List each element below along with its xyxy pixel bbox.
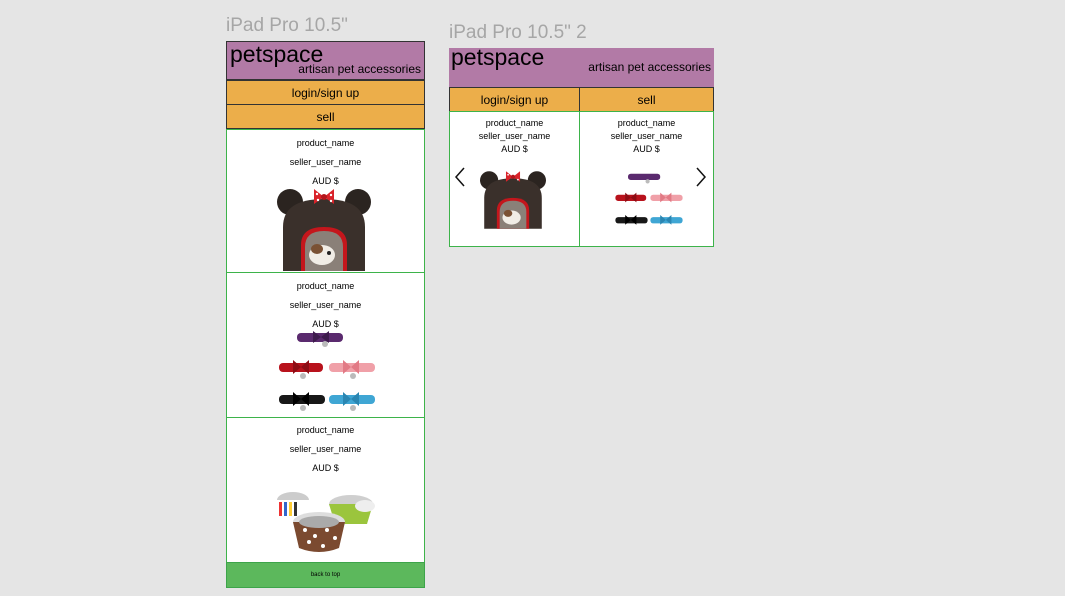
frame-portrait: petspace artisan pet accessories login/s… xyxy=(226,41,425,588)
site-header: petspace artisan pet accessories xyxy=(449,48,714,88)
product-name: product_name xyxy=(617,118,676,128)
product-card[interactable]: product_name seller_user_name AUD $ xyxy=(226,417,425,563)
product-name: product_name xyxy=(296,138,355,148)
seller-name: seller_user_name xyxy=(289,444,362,454)
seller-name: seller_user_name xyxy=(289,157,362,167)
site-header: petspace artisan pet accessories xyxy=(226,41,425,80)
product-name: product_name xyxy=(296,425,355,435)
login-button[interactable]: login/sign up xyxy=(226,80,425,105)
product-price: AUD $ xyxy=(633,144,660,154)
product-price: AUD $ xyxy=(501,144,528,154)
product-name: product_name xyxy=(485,118,544,128)
tagline: artisan pet accessories xyxy=(588,60,711,74)
product-price: AUD $ xyxy=(312,463,339,473)
product-card[interactable]: product_name seller_user_name AUD $ xyxy=(226,272,425,418)
product-card[interactable]: product_name seller_user_name AUD $ xyxy=(226,129,425,274)
product-card[interactable]: product_name seller_user_name AUD $ xyxy=(579,111,714,247)
pet-bed-image[interactable] xyxy=(480,164,546,236)
frame-landscape: petspace artisan pet accessories login/s… xyxy=(449,48,714,247)
seller-name: seller_user_name xyxy=(478,131,551,141)
back-to-top-button[interactable]: back to top xyxy=(226,562,425,588)
product-price: AUD $ xyxy=(312,176,339,186)
sell-button[interactable]: sell xyxy=(226,104,425,129)
login-button[interactable]: login/sign up xyxy=(449,87,580,112)
brand-logo[interactable]: petspace xyxy=(451,48,544,69)
collars-image[interactable] xyxy=(277,330,377,414)
chevron-left-icon[interactable] xyxy=(454,167,466,187)
seller-name: seller_user_name xyxy=(610,131,683,141)
pet-bed-image[interactable] xyxy=(277,189,371,271)
product-price: AUD $ xyxy=(312,319,339,329)
collars-image[interactable] xyxy=(614,169,684,233)
tagline: artisan pet accessories xyxy=(298,62,421,76)
pet-bowls-image[interactable] xyxy=(273,484,377,556)
frame-title-1: iPad Pro 10.5" xyxy=(226,15,348,36)
chevron-right-icon[interactable] xyxy=(695,167,707,187)
product-card[interactable]: product_name seller_user_name AUD $ xyxy=(449,111,580,247)
sell-button[interactable]: sell xyxy=(579,87,714,112)
seller-name: seller_user_name xyxy=(289,300,362,310)
product-name: product_name xyxy=(296,281,355,291)
frame-title-2: iPad Pro 10.5" 2 xyxy=(449,22,587,43)
